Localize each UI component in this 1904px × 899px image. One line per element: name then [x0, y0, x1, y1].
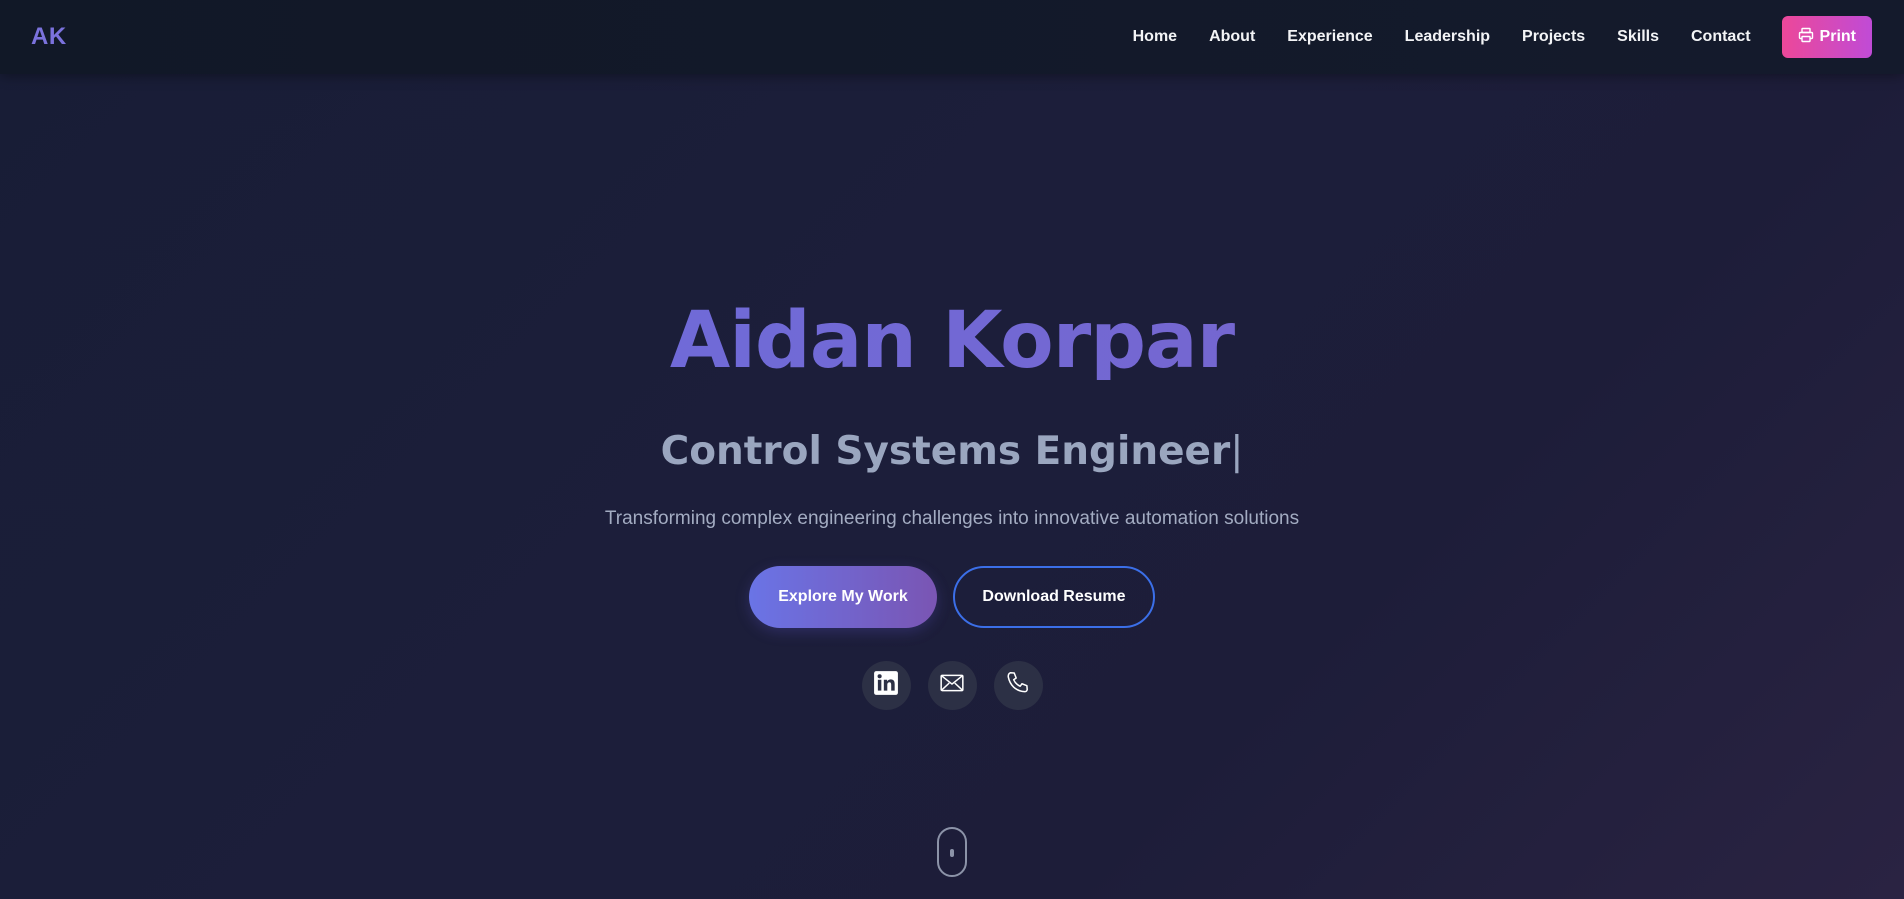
hero-name: Aidan Korpar: [0, 302, 1904, 380]
scroll-indicator[interactable]: [937, 827, 967, 877]
nav-link-projects[interactable]: Projects: [1522, 28, 1585, 46]
nav-links: Home About Experience Leadership Project…: [1133, 28, 1751, 46]
nav-link-about[interactable]: About: [1209, 28, 1255, 46]
logo[interactable]: AK: [31, 23, 67, 51]
typing-cursor: |: [1230, 429, 1244, 474]
explore-my-work-button[interactable]: Explore My Work: [749, 566, 937, 628]
nav-link-experience[interactable]: Experience: [1287, 28, 1372, 46]
print-label: Print: [1819, 28, 1856, 45]
scroll-dot: [950, 849, 954, 857]
social-links: [0, 661, 1904, 710]
phone-button[interactable]: [993, 661, 1043, 710]
navbar: AK Home About Experience Leadership Proj…: [0, 0, 1904, 74]
mail-icon: [939, 670, 965, 701]
email-button[interactable]: [927, 661, 977, 710]
page: AK Home About Experience Leadership Proj…: [0, 0, 1904, 899]
nav-link-leadership[interactable]: Leadership: [1405, 28, 1490, 46]
hero-section: Aidan Korpar Control Systems Engineer| T…: [0, 74, 1904, 899]
cta-row: Explore My Work Download Resume: [0, 566, 1904, 628]
printer-icon: [1798, 27, 1814, 48]
hero-tagline: Transforming complex engineering challen…: [604, 508, 1300, 529]
nav-link-skills[interactable]: Skills: [1617, 28, 1659, 46]
phone-icon: [1005, 670, 1031, 701]
print-button[interactable]: Print: [1781, 16, 1872, 58]
hero-role: Control Systems Engineer|: [0, 432, 1904, 471]
linkedin-button[interactable]: [861, 661, 911, 710]
download-resume-button[interactable]: Download Resume: [953, 566, 1155, 628]
nav-link-contact[interactable]: Contact: [1691, 28, 1751, 46]
nav-link-home[interactable]: Home: [1133, 28, 1177, 46]
role-text: Control Systems Engineer: [660, 429, 1231, 474]
nav-right: Home About Experience Leadership Project…: [1133, 16, 1872, 58]
linkedin-icon: [873, 670, 899, 701]
